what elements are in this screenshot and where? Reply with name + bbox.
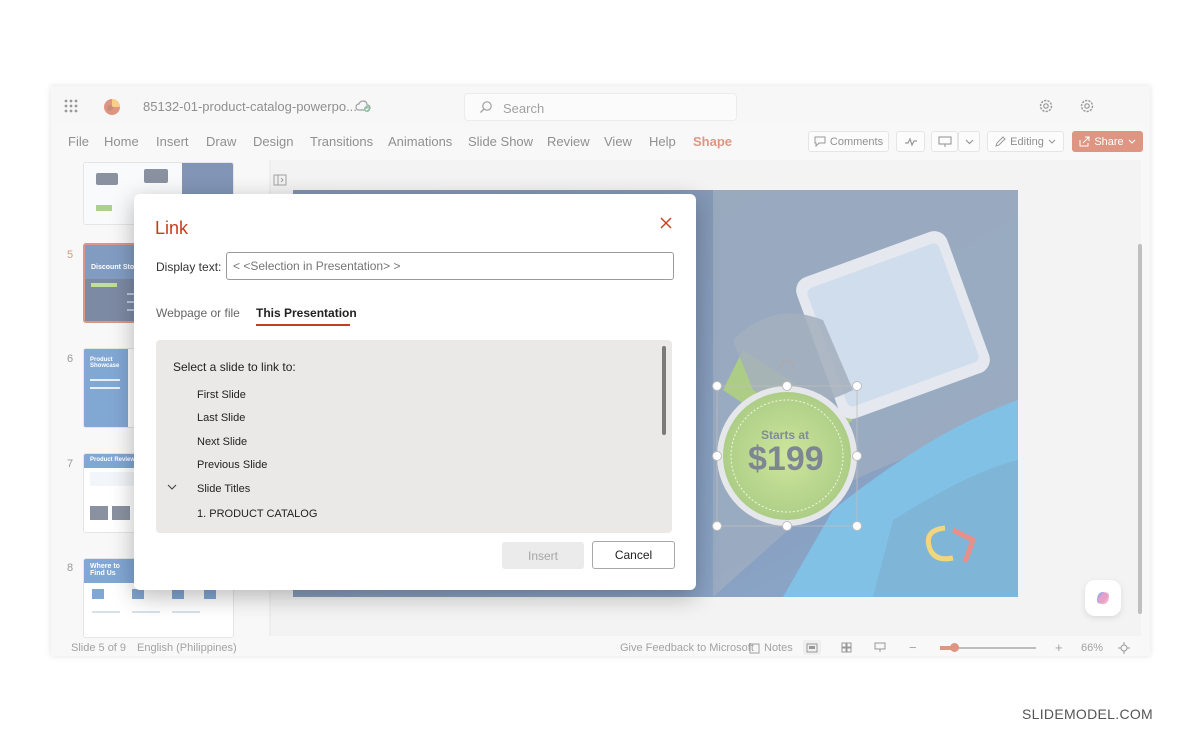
tab-this-presentation[interactable]: This Presentation (256, 306, 357, 320)
list-scrollbar[interactable] (662, 346, 666, 435)
list-item-first-slide[interactable]: First Slide (197, 389, 246, 401)
tab-webpage-or-file[interactable]: Webpage or file (156, 306, 240, 320)
list-header: Select a slide to link to: (173, 360, 296, 374)
insert-button[interactable]: Insert (502, 542, 584, 569)
display-text-input[interactable] (226, 252, 674, 280)
powerpoint-window: 85132-01-product-catalog-powerpo... Sear… (51, 86, 1150, 656)
chevron-down-icon[interactable] (166, 481, 178, 493)
display-text-label: Display text: (156, 260, 222, 274)
link-dialog: Link Display text: Webpage or file This … (134, 194, 696, 590)
list-item-previous-slide[interactable]: Previous Slide (197, 459, 267, 471)
watermark-text: SLIDEMODEL.COM (1022, 706, 1153, 722)
close-icon[interactable] (658, 215, 674, 231)
list-item-slide-titles[interactable]: Slide Titles (197, 483, 250, 495)
list-item-last-slide[interactable]: Last Slide (197, 412, 245, 424)
list-item-next-slide[interactable]: Next Slide (197, 436, 247, 448)
cancel-button[interactable]: Cancel (592, 541, 675, 569)
dialog-title: Link (155, 218, 189, 238)
list-item-slide-1[interactable]: 1. PRODUCT CATALOG (197, 508, 317, 520)
slide-link-list[interactable]: Select a slide to link to: First Slide L… (156, 340, 672, 533)
active-tab-indicator (256, 324, 350, 326)
